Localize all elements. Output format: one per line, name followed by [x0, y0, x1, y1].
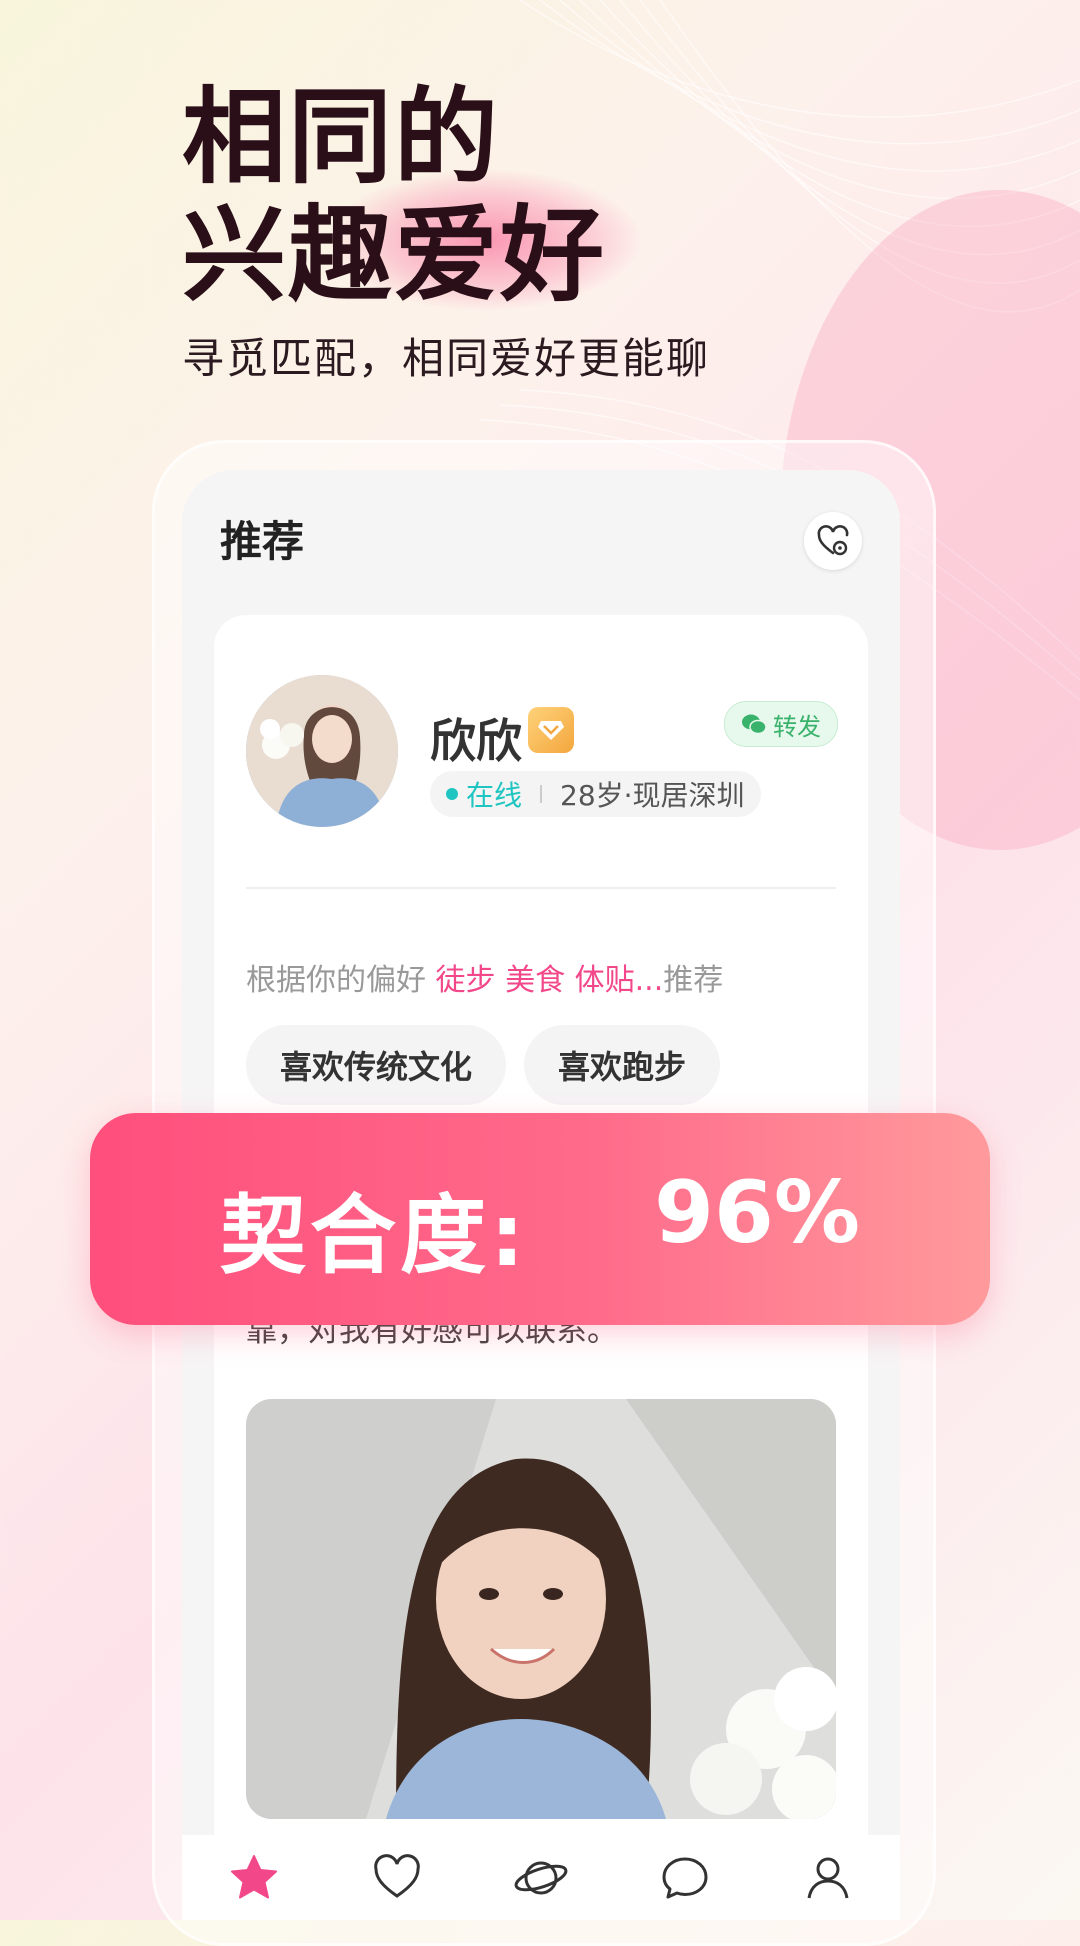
profile-photo[interactable]: [246, 1399, 836, 1819]
planet-icon: [514, 1861, 568, 1894]
page-title: 推荐: [220, 517, 305, 566]
vip-badge-icon: [528, 707, 574, 753]
share-button[interactable]: 转发: [724, 701, 838, 747]
star-icon: [230, 1854, 277, 1898]
tab-messages[interactable]: [645, 1838, 725, 1918]
match-settings-button[interactable]: [804, 512, 862, 570]
headline-line1: 相同的: [182, 76, 501, 198]
avatar[interactable]: [246, 675, 398, 827]
avatar-photo: [246, 675, 398, 827]
headline-line2: 兴趣爱好: [182, 194, 607, 316]
tab-likes[interactable]: [357, 1838, 437, 1918]
online-dot-icon: [446, 788, 458, 800]
tab-profile[interactable]: [788, 1838, 868, 1918]
match-label: 契合度:: [220, 1186, 529, 1286]
portrait-image: [246, 1399, 836, 1819]
separator: [540, 785, 543, 803]
promo-subline: 寻觅匹配，相同爱好更能聊: [182, 334, 711, 383]
share-label: 转发: [773, 712, 821, 741]
match-value: 96%: [654, 1163, 860, 1263]
wechat-icon: [742, 714, 767, 735]
promo-headline: 相同的 兴趣爱好: [182, 78, 606, 314]
preference-text: 根据你的偏好 徒步 美食 体贴...推荐: [246, 955, 723, 999]
bottom-tab-bar: [182, 1835, 900, 1920]
preference-suffix: 推荐: [663, 963, 724, 998]
interest-tags: 喜欢传统文化 喜欢跑步: [246, 1025, 721, 1105]
online-status: 在线: [466, 779, 523, 812]
tab-discover[interactable]: [501, 1838, 581, 1918]
preference-highlights: 徒步 美食 体贴...: [435, 963, 664, 998]
interest-tag[interactable]: 喜欢跑步: [524, 1025, 721, 1105]
profile-icon: [807, 1857, 849, 1898]
profile-info: 28岁·现居深圳: [560, 779, 745, 812]
divider: [246, 887, 836, 889]
heart-settings-icon: [817, 525, 849, 556]
heart-icon: [374, 1853, 421, 1898]
tab-recommend[interactable]: [214, 1838, 294, 1918]
status-pill: 在线 28岁·现居深圳: [430, 771, 761, 817]
chat-icon: [662, 1857, 708, 1898]
preference-prefix: 根据你的偏好: [246, 963, 426, 998]
match-score-banner: 契合度: 96%: [90, 1113, 990, 1325]
profile-name: 欣欣: [430, 714, 522, 768]
interest-tag[interactable]: 喜欢传统文化: [246, 1025, 507, 1105]
